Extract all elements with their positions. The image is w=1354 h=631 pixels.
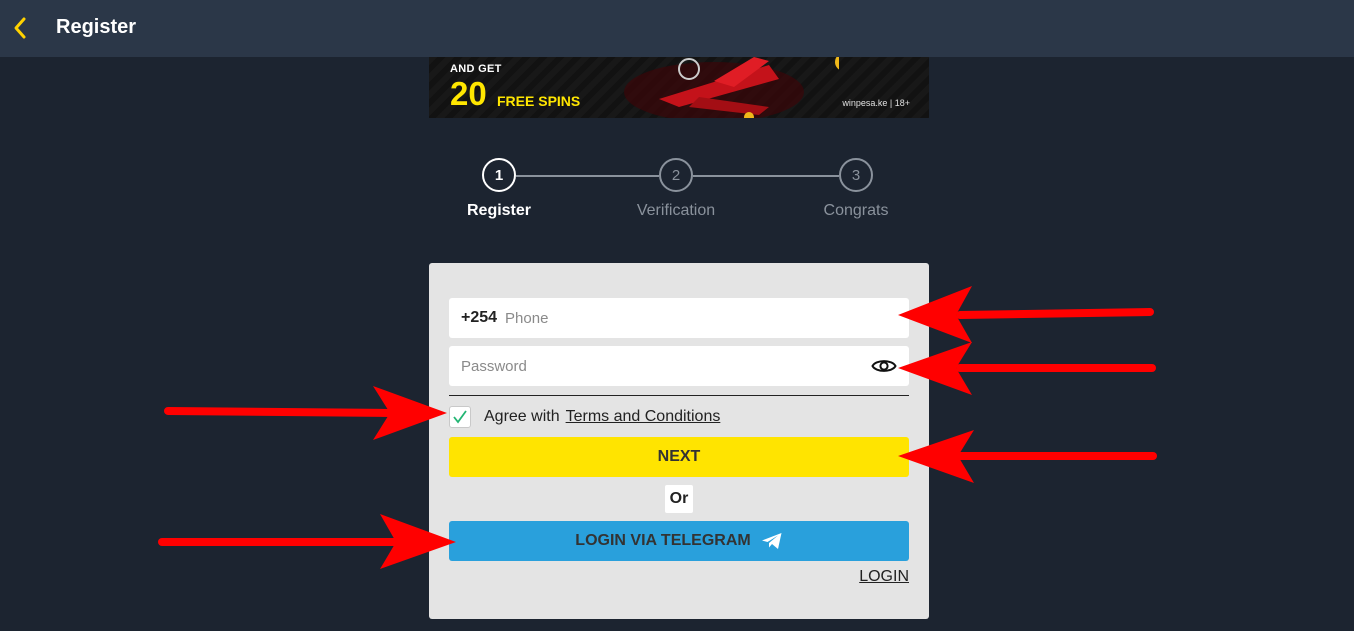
top-bar: Register [0,0,1354,57]
banner-spins-number: 20 [450,75,487,112]
step-1-circle: 1 [482,158,516,192]
red-arrow-checkbox [164,386,447,440]
telegram-button-label: LOGIN VIA TELEGRAM [575,532,751,549]
red-arrow-next [898,430,1157,483]
banner-site-label: winpesa.ke | 18+ [842,98,910,108]
registration-stepper: 1 2 3 Register Verification Congrats [429,158,929,228]
step-connector [693,175,839,177]
terms-agreement: Agree with Terms and Conditions [449,406,720,428]
red-arrow-telegram [158,514,456,569]
chevron-left-icon [14,17,26,39]
banner-text-free-spins: FREE SPINS [497,93,581,109]
page-title: Register [56,16,137,38]
step-connector [516,175,659,177]
show-password-button[interactable] [869,351,899,381]
next-button[interactable]: NEXT [449,437,909,477]
step-1-label: Register [466,202,532,219]
form-divider [449,395,909,396]
step-3-circle: 3 [839,158,873,192]
step-2-circle: 2 [659,158,693,192]
terms-link[interactable]: Terms and Conditions [566,408,721,426]
banner-text-and-get: AND GET [450,63,502,75]
phone-field[interactable]: +254 [449,298,909,338]
password-field[interactable] [449,346,909,386]
login-link[interactable]: LOGIN [859,568,909,586]
plane-image [624,57,839,118]
telegram-icon [761,532,783,550]
checkmark-icon [453,410,467,424]
registration-form: +254 Agree with Terms and Conditions NEX… [429,263,929,619]
red-arrow-password [898,342,1156,395]
eye-icon [871,360,897,372]
promo-banner[interactable]: AND GET 20 FREE SPINS winpesa.ke | 18+ [429,57,929,118]
agree-checkbox[interactable] [449,406,471,428]
phone-prefix: +254 [461,309,498,326]
step-3-label: Congrats [823,202,889,219]
agree-label: Agree with [484,408,560,425]
red-arrow-phone [898,286,1154,343]
back-button[interactable] [6,12,34,44]
step-2-label: Verification [636,202,716,219]
password-input[interactable] [461,346,869,386]
phone-input[interactable] [505,298,909,338]
or-separator: Or [665,485,693,513]
login-via-telegram-button[interactable]: LOGIN VIA TELEGRAM [449,521,909,561]
